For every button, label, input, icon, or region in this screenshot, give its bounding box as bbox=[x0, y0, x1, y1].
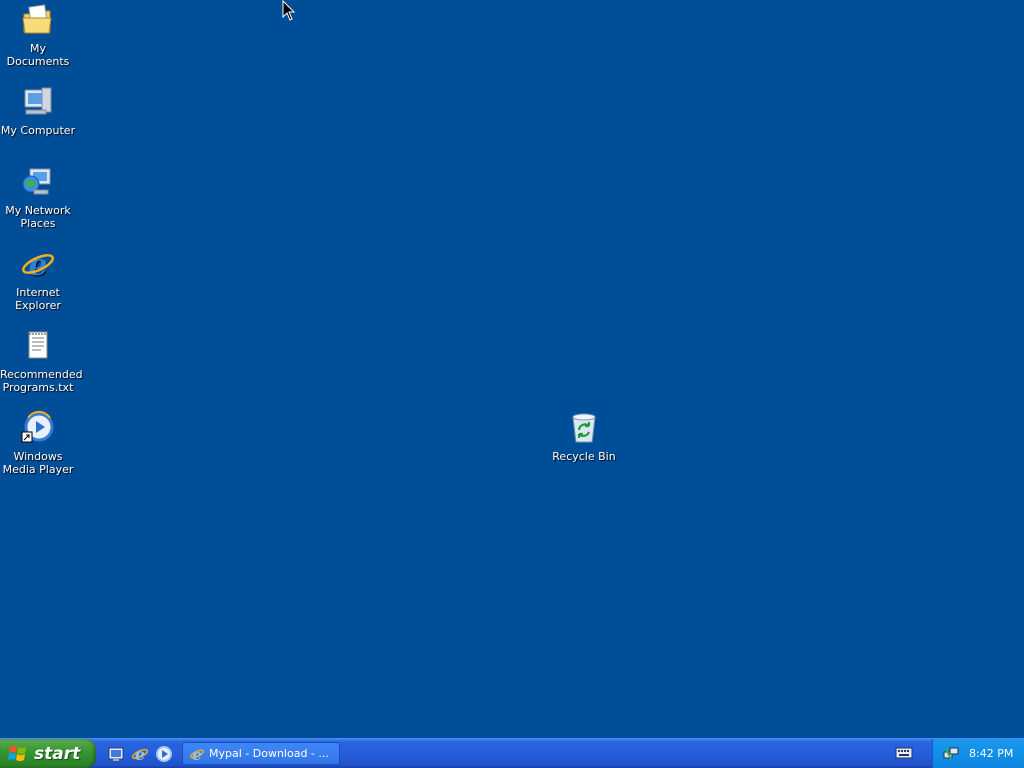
desktop-icon-label: Internet Explorer bbox=[15, 286, 61, 312]
svg-text:e: e bbox=[28, 248, 47, 282]
keyboard-icon[interactable] bbox=[895, 746, 913, 760]
show-desktop-icon[interactable] bbox=[106, 744, 126, 764]
start-label: start bbox=[34, 743, 81, 764]
network-places-icon bbox=[20, 164, 56, 200]
taskbar-button-label: Mypal - Download - ... bbox=[209, 747, 329, 760]
my-documents-icon bbox=[20, 2, 56, 38]
my-computer-icon bbox=[20, 84, 56, 120]
desktop-icon-windows-media-player[interactable]: Windows Media Player bbox=[0, 410, 76, 476]
desktop-icon-label: My Documents bbox=[6, 42, 70, 68]
desktop-icon-label: Recommended Programs.txt bbox=[0, 368, 83, 394]
desktop-icon-recommended-programs[interactable]: Recommended Programs.txt bbox=[0, 328, 83, 394]
svg-text:e: e bbox=[135, 745, 145, 763]
taskbar-button-mypal[interactable]: e Mypal - Download - ... bbox=[182, 742, 340, 765]
browser-icon: e bbox=[189, 746, 205, 762]
start-button[interactable]: start bbox=[0, 739, 96, 768]
desktop-icon-label: Windows Media Player bbox=[2, 450, 74, 476]
desktop-icon-my-documents[interactable]: My Documents bbox=[0, 2, 76, 68]
mouse-pointer-icon bbox=[282, 0, 296, 21]
desktop[interactable]: My Documents My Computer My Network Plac… bbox=[0, 0, 1024, 738]
desktop-icon-label: Recycle Bin bbox=[552, 450, 616, 463]
windows-logo-icon bbox=[8, 745, 26, 761]
desktop-icon-label: My Network Places bbox=[5, 204, 71, 230]
clock[interactable]: 8:42 PM bbox=[969, 747, 1013, 760]
taskbar: start e e Mypal - Download - ... 8:42 PM bbox=[0, 738, 1024, 768]
media-player-icon bbox=[20, 410, 56, 446]
recycle-bin-icon bbox=[566, 410, 602, 446]
desktop-icon-recycle-bin[interactable]: Recycle Bin bbox=[546, 410, 622, 463]
text-file-icon bbox=[20, 328, 56, 364]
network-connection-icon[interactable] bbox=[943, 746, 959, 762]
desktop-icon-my-computer[interactable]: My Computer bbox=[0, 84, 76, 137]
svg-text:e: e bbox=[192, 746, 202, 762]
media-player-icon[interactable] bbox=[154, 744, 174, 764]
desktop-icon-label: My Computer bbox=[0, 124, 76, 137]
desktop-icon-internet-explorer[interactable]: e Internet Explorer bbox=[0, 246, 76, 312]
quick-launch-bar: e bbox=[106, 743, 174, 765]
system-tray: 8:42 PM bbox=[932, 739, 1024, 768]
desktop-icon-my-network-places[interactable]: My Network Places bbox=[0, 164, 76, 230]
internet-explorer-icon: e bbox=[20, 246, 56, 282]
internet-explorer-icon[interactable]: e bbox=[130, 744, 150, 764]
